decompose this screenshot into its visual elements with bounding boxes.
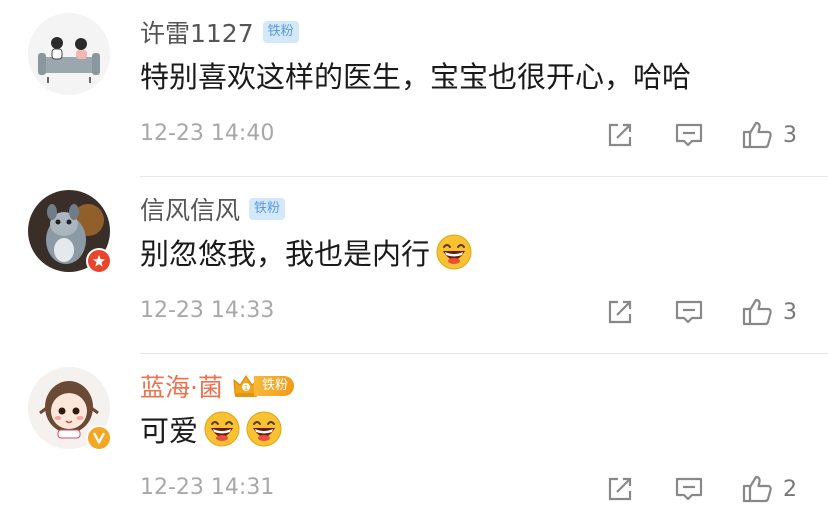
comment-text: 可爱 — [140, 409, 282, 449]
username-row: 蓝海·菌 1 铁粉 — [140, 370, 294, 402]
repost-icon — [608, 123, 632, 147]
comment-icon — [675, 123, 703, 147]
check-v-icon — [93, 432, 105, 444]
avatar[interactable] — [28, 13, 110, 95]
comment-meta: 12-23 14:40 3 — [140, 115, 828, 155]
comment-meta: 12-23 14:31 2 — [140, 469, 828, 509]
like-button[interactable]: 3 — [741, 296, 797, 328]
comment-item: 信风信风 铁粉 别忽悠我，我也是内行 12-23 14:33 3 — [0, 177, 828, 354]
comment-text: 别忽悠我，我也是内行 — [140, 232, 472, 272]
repost-button[interactable] — [606, 296, 634, 328]
comment-meta: 12-23 14:33 3 — [140, 292, 828, 332]
fan-badge: 铁粉 — [262, 21, 299, 43]
star-icon — [93, 255, 105, 267]
comment-body: 特别喜欢这样的医生，宝宝也很开心，哈哈 — [140, 60, 692, 94]
fan-badge: 铁粉 — [253, 376, 294, 396]
comment-body: 可爱 — [140, 414, 199, 448]
like-count: 2 — [783, 476, 797, 502]
username-row: 许雷1127 铁粉 — [140, 16, 299, 48]
username[interactable]: 许雷1127 — [140, 14, 254, 50]
username-row: 信风信风 铁粉 — [140, 191, 286, 227]
username[interactable]: 蓝海·菌 — [140, 368, 223, 404]
repost-button[interactable] — [606, 119, 634, 151]
comment-text: 特别喜欢这样的医生，宝宝也很开心，哈哈 — [140, 55, 691, 95]
laughing-emoji-icon — [436, 234, 472, 270]
verified-badge — [86, 248, 112, 274]
repost-icon — [608, 300, 632, 324]
comment-icon — [675, 300, 703, 324]
laughing-emoji-icon — [204, 411, 240, 447]
comment-button[interactable] — [674, 296, 704, 328]
timestamp: 12-23 14:31 — [140, 475, 275, 500]
laughing-emoji-icon — [246, 411, 282, 447]
repost-icon — [608, 477, 632, 501]
comment-button[interactable] — [674, 473, 704, 505]
like-count: 3 — [783, 299, 797, 325]
couple-illustration-avatar-icon — [28, 13, 110, 95]
comment-item: 许雷1127 铁粉 特别喜欢这样的医生，宝宝也很开心，哈哈 12-23 14:4… — [0, 0, 828, 177]
thumbs-up-icon — [742, 298, 772, 326]
comment-button[interactable] — [674, 119, 704, 151]
comment-icon — [675, 477, 703, 501]
comment-item: 蓝海·菌 1 铁粉 可爱 12-23 14:31 2 — [0, 354, 828, 521]
crown-fan-badge: 1 铁粉 — [232, 373, 294, 399]
fan-badge: 铁粉 — [249, 198, 286, 220]
like-button[interactable]: 2 — [741, 473, 797, 505]
svg-text:1: 1 — [244, 384, 248, 392]
like-button[interactable]: 3 — [741, 119, 797, 151]
timestamp: 12-23 14:33 — [140, 298, 275, 323]
repost-button[interactable] — [606, 473, 634, 505]
thumbs-up-icon — [742, 121, 772, 149]
avatar[interactable] — [28, 367, 112, 451]
username[interactable]: 信风信风 — [140, 191, 240, 227]
verified-badge — [86, 425, 112, 451]
timestamp: 12-23 14:40 — [140, 121, 275, 146]
avatar[interactable] — [28, 190, 112, 274]
thumbs-up-icon — [742, 475, 772, 503]
comment-body: 别忽悠我，我也是内行 — [140, 237, 431, 271]
like-count: 3 — [783, 122, 797, 148]
